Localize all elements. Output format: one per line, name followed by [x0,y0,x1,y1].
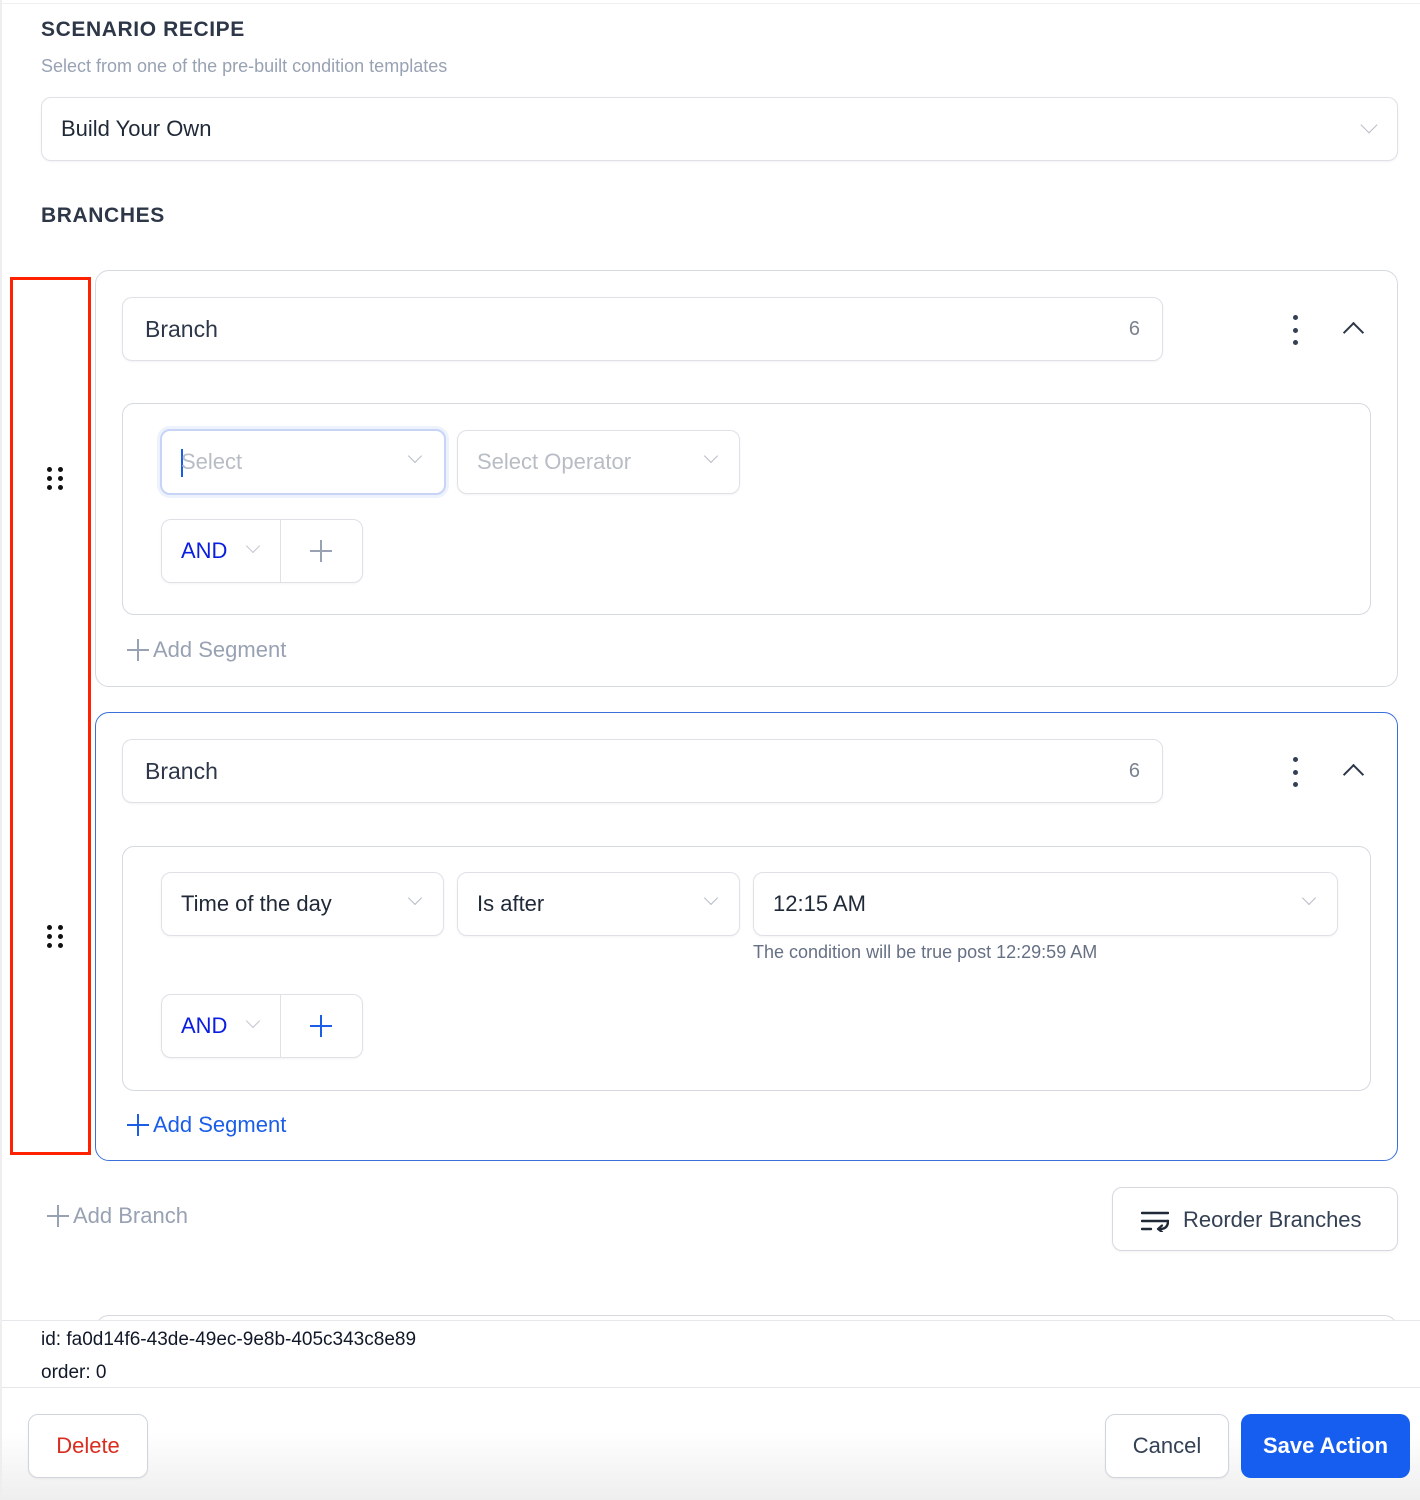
segment-1: Time of the day Is after 12:15 AM The co… [122,846,1371,1091]
debug-id: id: fa0d14f6-43de-49ec-9e8b-405c343c8e89 [41,1329,417,1350]
add-segment-button[interactable]: Add Segment [127,1112,286,1138]
chevron-down-icon [407,890,423,906]
chevron-down-icon [245,538,261,554]
save-action-button[interactable]: Save Action [1241,1414,1410,1478]
branch-name-input[interactable]: Branch 6 [122,739,1163,803]
branch-name: Branch [145,316,218,342]
chevron-down-icon [703,890,719,906]
add-branch-button[interactable]: Add Branch [47,1203,188,1229]
add-segment-label: Add Segment [153,1112,287,1137]
condition-field-select[interactable]: Select [160,429,446,495]
cancel-button[interactable]: Cancel [1105,1414,1229,1478]
plus-icon [310,1015,332,1037]
reorder-branches-label: Reorder Branches [1183,1207,1362,1232]
chevron-down-icon [1301,890,1317,906]
debug-order: order: 0 [41,1362,107,1383]
chevron-up-icon[interactable] [1339,315,1367,343]
add-branch-label: Add Branch [73,1203,188,1228]
scenario-recipe-value: Build Your Own [61,116,212,141]
condition-field-placeholder: Select [181,449,243,474]
logic-group: AND [161,994,363,1058]
chevron-down-icon [245,1013,261,1029]
add-condition-button[interactable] [281,520,362,582]
condition-hint: The condition will be true post 12:29:59… [753,942,1098,962]
logic-operator-select[interactable]: AND [162,995,281,1057]
frame-top-border [0,3,1420,4]
reorder-branches-button[interactable]: Reorder Branches [1112,1187,1398,1251]
logic-operator-value: AND [181,1013,228,1038]
condition-operator-value: Is after [477,891,545,916]
scenario-recipe-title: SCENARIO RECIPE [41,18,245,41]
condition-field-select[interactable]: Time of the day [161,872,444,936]
branch-name: Branch [145,758,218,784]
delete-button[interactable]: Delete [28,1414,148,1478]
branches-title: BRANCHES [41,204,165,227]
add-condition-button[interactable] [281,995,362,1057]
drag-handle-branch-1[interactable] [47,467,65,491]
chevron-up-icon[interactable] [1339,757,1367,785]
segment-1: Select Select Operator AND [122,403,1371,615]
branch-char-count: 6 [1128,318,1140,340]
chevron-down-icon [703,448,719,464]
plus-icon [310,540,332,562]
condition-operator-select[interactable]: Is after [457,872,740,936]
drag-handle-column-highlight [10,277,91,1155]
logic-group: AND [161,519,363,583]
plus-icon [127,639,149,661]
chevron-down-icon [407,448,423,464]
frame-left-border [0,0,2,1500]
logic-operator-value: AND [181,538,228,563]
scenario-recipe-subtitle: Select from one of the pre-built conditi… [41,56,448,76]
plus-icon [47,1205,69,1227]
condition-operator-select[interactable]: Select Operator [457,430,740,494]
condition-field-value: Time of the day [181,891,332,916]
drag-handle-branch-2[interactable] [47,925,65,949]
scenario-recipe-select[interactable]: Build Your Own [41,97,1398,161]
branch-card-2: Branch 6 Time of the day Is after 12:15 … [95,712,1398,1161]
logic-operator-select[interactable]: AND [162,520,281,582]
more-options-icon[interactable] [1285,315,1305,345]
reorder-icon [1141,1211,1169,1232]
condition-value-select[interactable]: 12:15 AM [753,872,1338,936]
add-segment-label: Add Segment [153,637,287,662]
plus-icon [127,1114,149,1136]
debug-panel: id: fa0d14f6-43de-49ec-9e8b-405c343c8e89… [2,1320,1420,1388]
more-options-icon[interactable] [1285,757,1305,787]
condition-operator-placeholder: Select Operator [477,449,632,474]
branch-name-input[interactable]: Branch 6 [122,297,1163,361]
add-segment-button[interactable]: Add Segment [127,637,286,663]
branch-card-1: Branch 6 Select Select Operator AND Add … [95,270,1398,687]
branch-char-count: 6 [1128,760,1140,782]
condition-value: 12:15 AM [773,891,866,916]
chevron-down-icon [1360,116,1378,134]
